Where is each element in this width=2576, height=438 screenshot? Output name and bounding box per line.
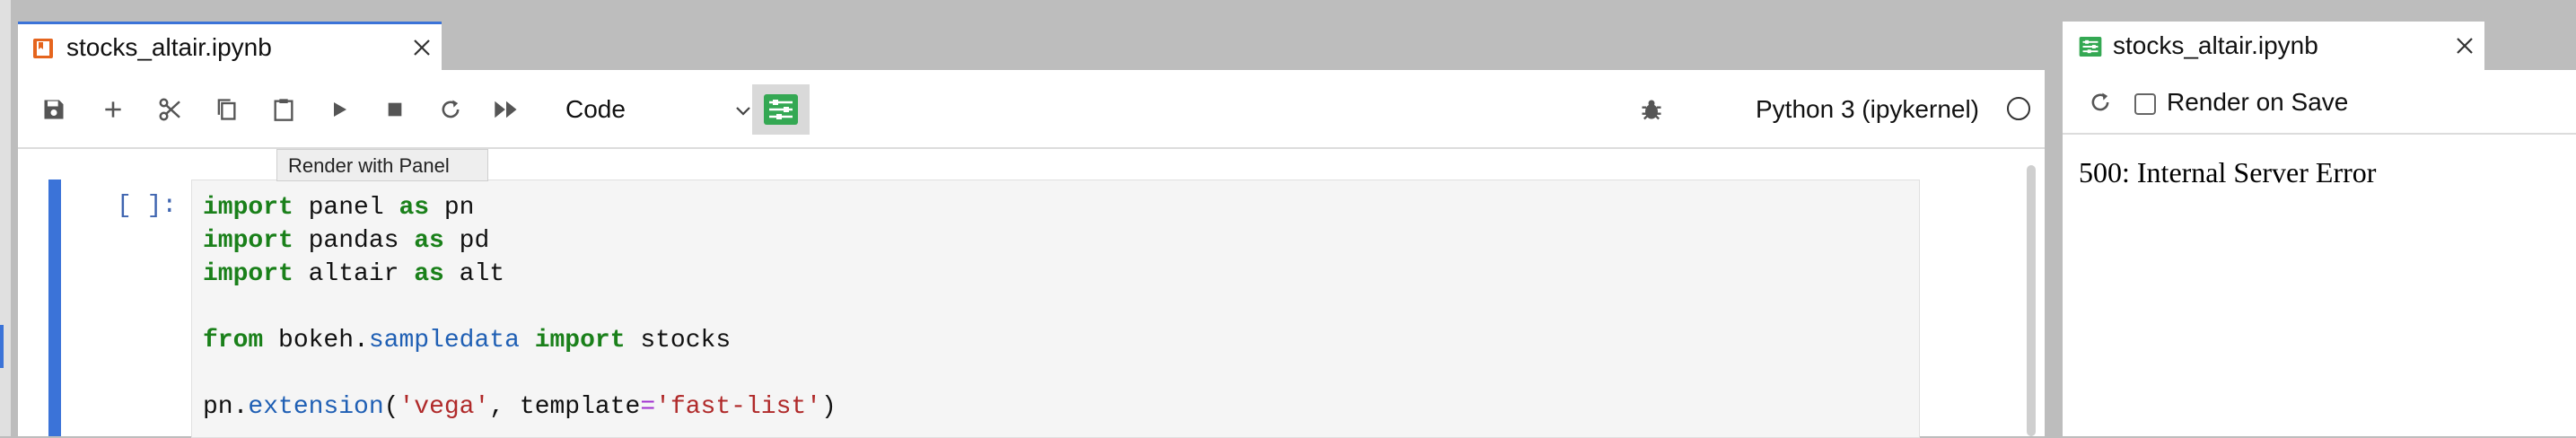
code-line: pn.extension('vega', template='fast-list… [203, 390, 837, 424]
code-token: 'fast-list' [655, 393, 821, 421]
notebook-scrollbar[interactable] [2027, 165, 2036, 436]
code-line: import altair as alt [203, 258, 837, 291]
cell-type-value: Code [565, 95, 626, 123]
code-token: as [414, 227, 444, 255]
code-token: ) [820, 393, 837, 421]
left-edge-indicator [0, 325, 4, 368]
kernel-name[interactable]: Python 3 (ipykernel) [1756, 88, 1979, 131]
notebook-tab[interactable]: stocks_altair.ipynb [18, 22, 442, 70]
render-tooltip: Render with Panel [276, 149, 488, 181]
panel-icon [2079, 35, 2102, 57]
preview-tab-title: stocks_altair.ipynb [2113, 31, 2318, 59]
cut-icon[interactable] [149, 88, 192, 131]
cell-prompt: [ ]: [117, 192, 178, 220]
code-token: extension [248, 393, 384, 421]
paste-icon[interactable] [262, 88, 305, 131]
panel-icon [764, 94, 798, 125]
stop-icon[interactable] [373, 88, 416, 131]
code-token: pd [443, 227, 490, 255]
render-on-save-label: Render on Save [2167, 88, 2349, 116]
code-token: 'vega' [399, 393, 490, 421]
debugger-bug-icon[interactable] [1630, 88, 1673, 131]
notebook-panel: stocks_altair.ipynb Code Python 3 (ipyke… [18, 22, 2045, 438]
code-token: , template [489, 393, 641, 421]
render-with-panel-button[interactable] [752, 84, 810, 135]
chevron-down-icon [732, 99, 754, 127]
preview-error-message: 500: Internal Server Error [2079, 156, 2377, 188]
code-token: import [534, 327, 626, 355]
restart-icon[interactable] [429, 88, 472, 131]
code-token: pn. [203, 393, 249, 421]
copy-icon[interactable] [205, 88, 248, 131]
code-token: sampledata [368, 327, 520, 355]
reload-icon[interactable] [2081, 83, 2120, 122]
run-icon[interactable] [318, 88, 361, 131]
code-token: ( [383, 393, 399, 421]
add-cell-icon[interactable] [92, 88, 135, 131]
code-token: panel [293, 194, 399, 222]
code-token: altair [293, 260, 415, 288]
code-line: from bokeh.sampledata import stocks [203, 324, 837, 357]
code-token: import [203, 227, 294, 255]
code-token: as [399, 194, 430, 222]
preview-panel: stocks_altair.ipynb Render on Save 500: … [2063, 22, 2576, 436]
code-line: import panel as pn [203, 191, 837, 224]
fast-forward-icon[interactable] [485, 88, 528, 131]
cell-type-dropdown[interactable]: Code [565, 88, 754, 131]
notebook-icon [32, 37, 54, 58]
render-on-save-checkbox[interactable] [2134, 93, 2156, 115]
notebook-cells-area: [ ]: import panel as pn import pandas as … [18, 149, 2045, 438]
code-token: alt [443, 260, 505, 288]
code-token: from [203, 327, 264, 355]
code-line: import pandas as pd [203, 224, 837, 258]
code-token: as [414, 260, 444, 288]
code-cell-editor[interactable]: import panel as pn import pandas as pd imp… [191, 180, 1920, 438]
notebook-tab-title: stocks_altair.ipynb [66, 32, 272, 61]
code-token: pn [429, 194, 475, 222]
preview-toolbar: Render on Save [2063, 70, 2576, 135]
preview-tabbar-empty [2484, 22, 2576, 70]
close-icon[interactable] [402, 28, 442, 67]
code-token: import [203, 260, 294, 288]
code-text: import panel as pn import pandas as pd imp… [203, 191, 837, 424]
code-token: pandas [293, 227, 415, 255]
notebook-toolbar: Code Python 3 (ipykernel) [18, 70, 2045, 149]
save-icon[interactable] [32, 88, 75, 131]
code-token: bokeh. [263, 327, 369, 355]
preview-tab[interactable]: stocks_altair.ipynb [2063, 22, 2484, 70]
close-icon[interactable] [2445, 26, 2484, 66]
left-edge-strip [0, 0, 11, 436]
code-token: = [640, 393, 656, 421]
kernel-status-icon [2007, 97, 2030, 120]
cell-collapser[interactable] [48, 180, 61, 436]
code-token: import [203, 194, 294, 222]
code-token: stocks [625, 327, 732, 355]
